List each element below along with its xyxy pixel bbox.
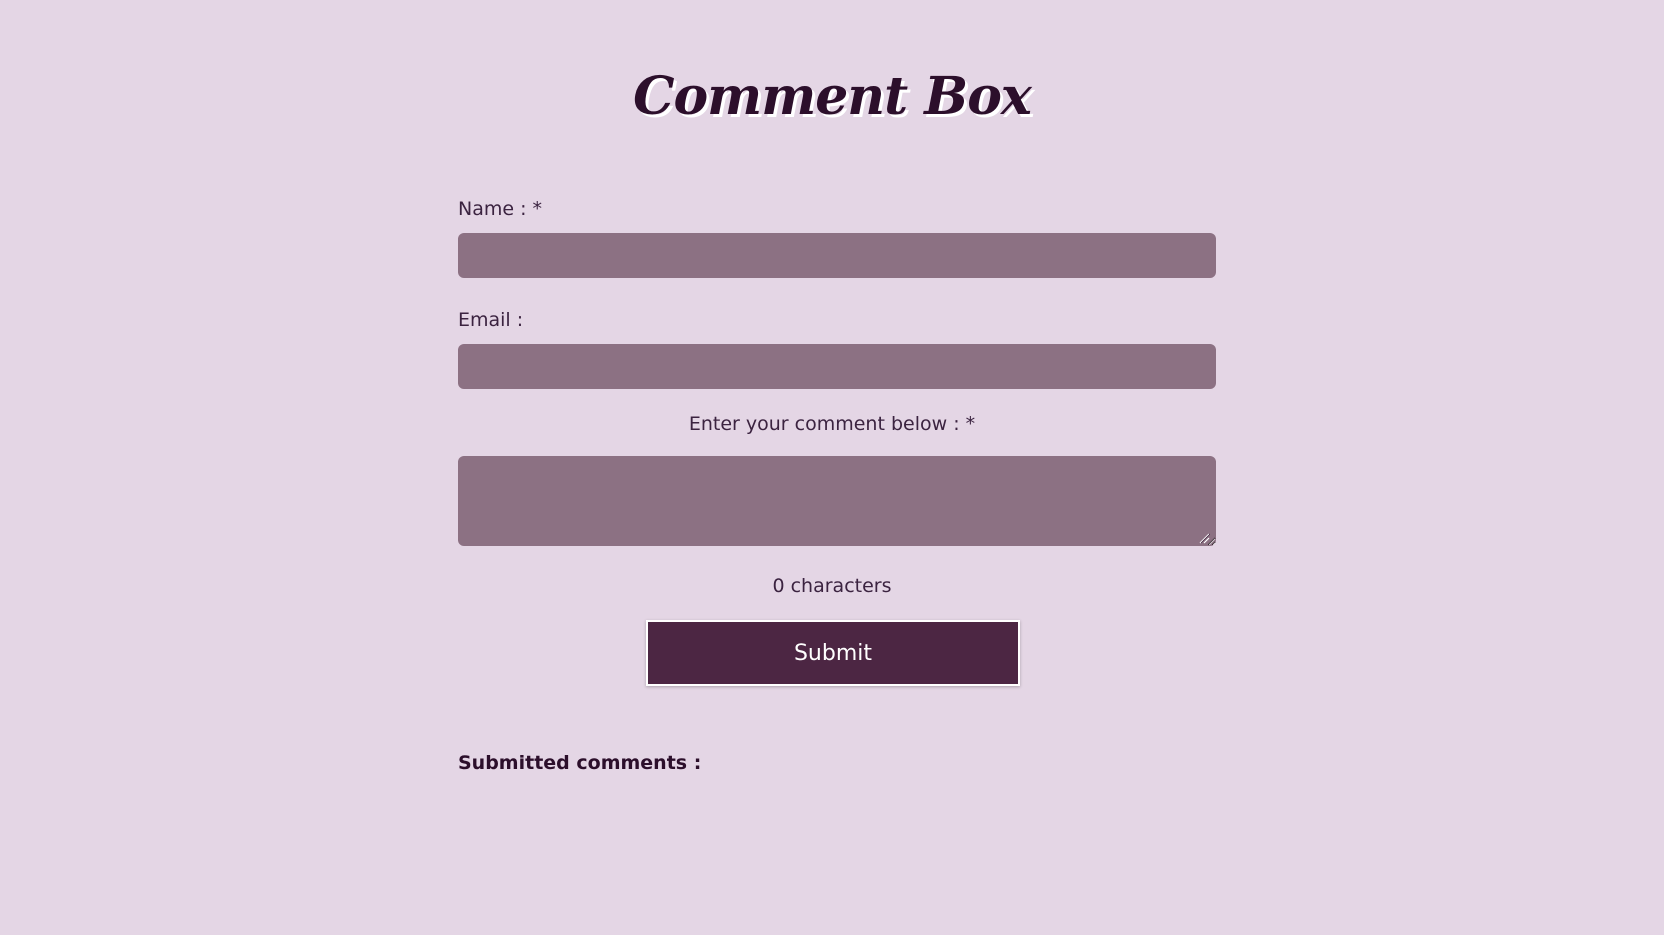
comment-label: Enter your comment below : * [688,413,976,435]
resize-grip-icon[interactable] [1198,532,1210,544]
submit-button[interactable]: Submit [646,620,1020,686]
character-counter: 0 characters [772,575,892,597]
email-label: Email : [458,309,524,331]
email-input[interactable] [458,344,1216,389]
name-input[interactable] [458,233,1216,278]
name-label: Name : * [458,198,543,220]
comment-textarea[interactable] [458,456,1216,546]
submitted-comments-heading: Submitted comments : [458,752,702,774]
page-title: Comment Box [633,66,1032,127]
